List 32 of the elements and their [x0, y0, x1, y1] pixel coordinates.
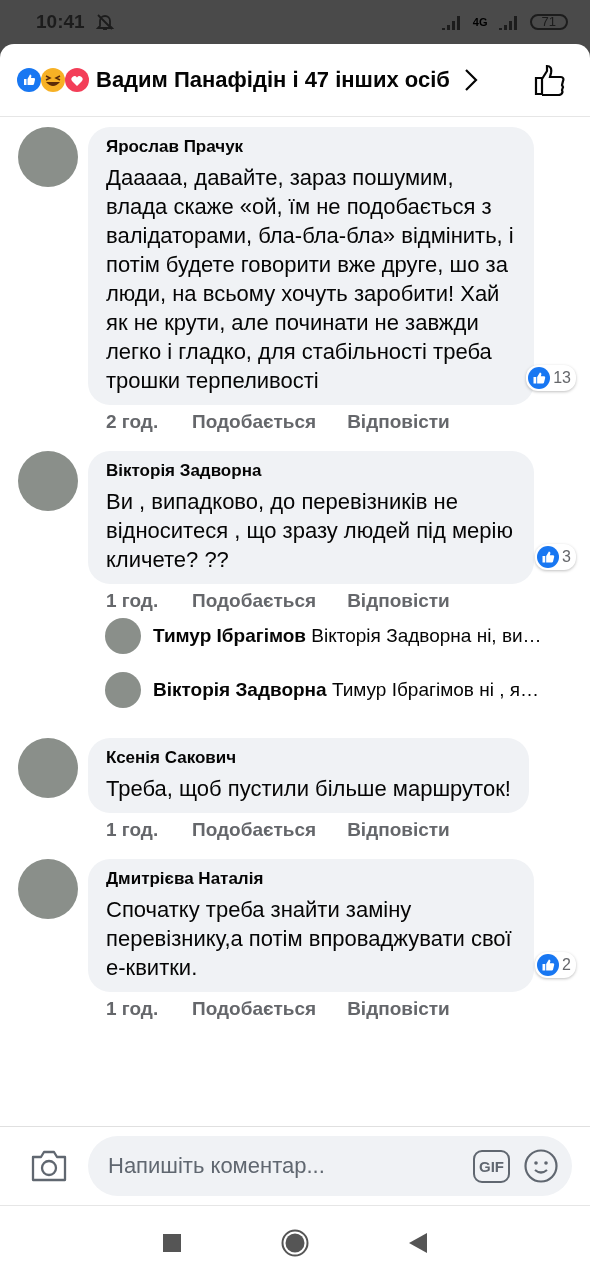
comment-time: 2 год.: [106, 411, 160, 433]
comment-time: 1 год.: [106, 819, 160, 841]
comment-text: Ви , випадково, до перевізників не відноситеся , що зразу людей під мерію кличете? ??: [106, 488, 514, 574]
comment-time: 1 год.: [106, 590, 160, 612]
reactions-summary[interactable]: Вадим Панафідін і 47 інших осіб: [96, 67, 450, 93]
comment-text: Спочатку треба знайти заміну перевізнику,а потім впроваджувати свої е-квитки.: [106, 896, 513, 982]
reaction-badge[interactable]: 13: [526, 365, 576, 391]
like-link[interactable]: Подобається: [192, 819, 317, 841]
gif-button[interactable]: GIF: [473, 1149, 510, 1183]
reply-link[interactable]: Відповісти: [347, 819, 450, 841]
like-link[interactable]: Подобається: [192, 998, 317, 1020]
comment-input-field[interactable]: Напишіть коментар... GIF: [88, 1136, 572, 1196]
reaction-badge[interactable]: 2: [535, 952, 576, 978]
reply-link[interactable]: Відповісти: [347, 998, 450, 1020]
reaction-badge[interactable]: 3: [535, 544, 576, 570]
reaction-count: 3: [562, 548, 571, 566]
comment-author[interactable]: Ксенія Сакович: [106, 748, 511, 768]
reply-link[interactable]: Відповісти: [347, 590, 450, 612]
reaction-count: 13: [553, 369, 571, 387]
comment-author[interactable]: Ярослав Прачук: [106, 137, 516, 157]
comment-author[interactable]: Вікторія Задворна: [106, 461, 516, 481]
comment-text: Треба, щоб пустили більше маршруток!: [106, 775, 511, 803]
comment-author[interactable]: Дмитрієва Наталія: [106, 869, 516, 889]
reaction-count: 2: [562, 956, 571, 974]
network-type: 4G: [472, 16, 488, 28]
comment-time: 1 год.: [106, 998, 160, 1020]
reply-link[interactable]: Відповісти: [347, 411, 450, 433]
reply-preview[interactable]: Вікторія Задворна Тимур Ібрагімов ні , я…: [153, 679, 539, 701]
like-link[interactable]: Подобається: [192, 590, 317, 612]
like-link[interactable]: Подобається: [192, 411, 317, 433]
reply-preview[interactable]: Тимур Ібрагімов Вікторія Задворна ні, ви…: [153, 625, 542, 647]
comment-text: Дааааа, давайте, зараз пошумим, влада скаже «ой, їм не подобається з валідаторами, бла-бла-бла» відмінить, і потім будете говорити вже друге, шо за люди, на всьому хочуть заробити! Хай як не крути, але починати не завжди легко і гладко, для стабільності треба трошки терпеливості: [106, 164, 515, 395]
